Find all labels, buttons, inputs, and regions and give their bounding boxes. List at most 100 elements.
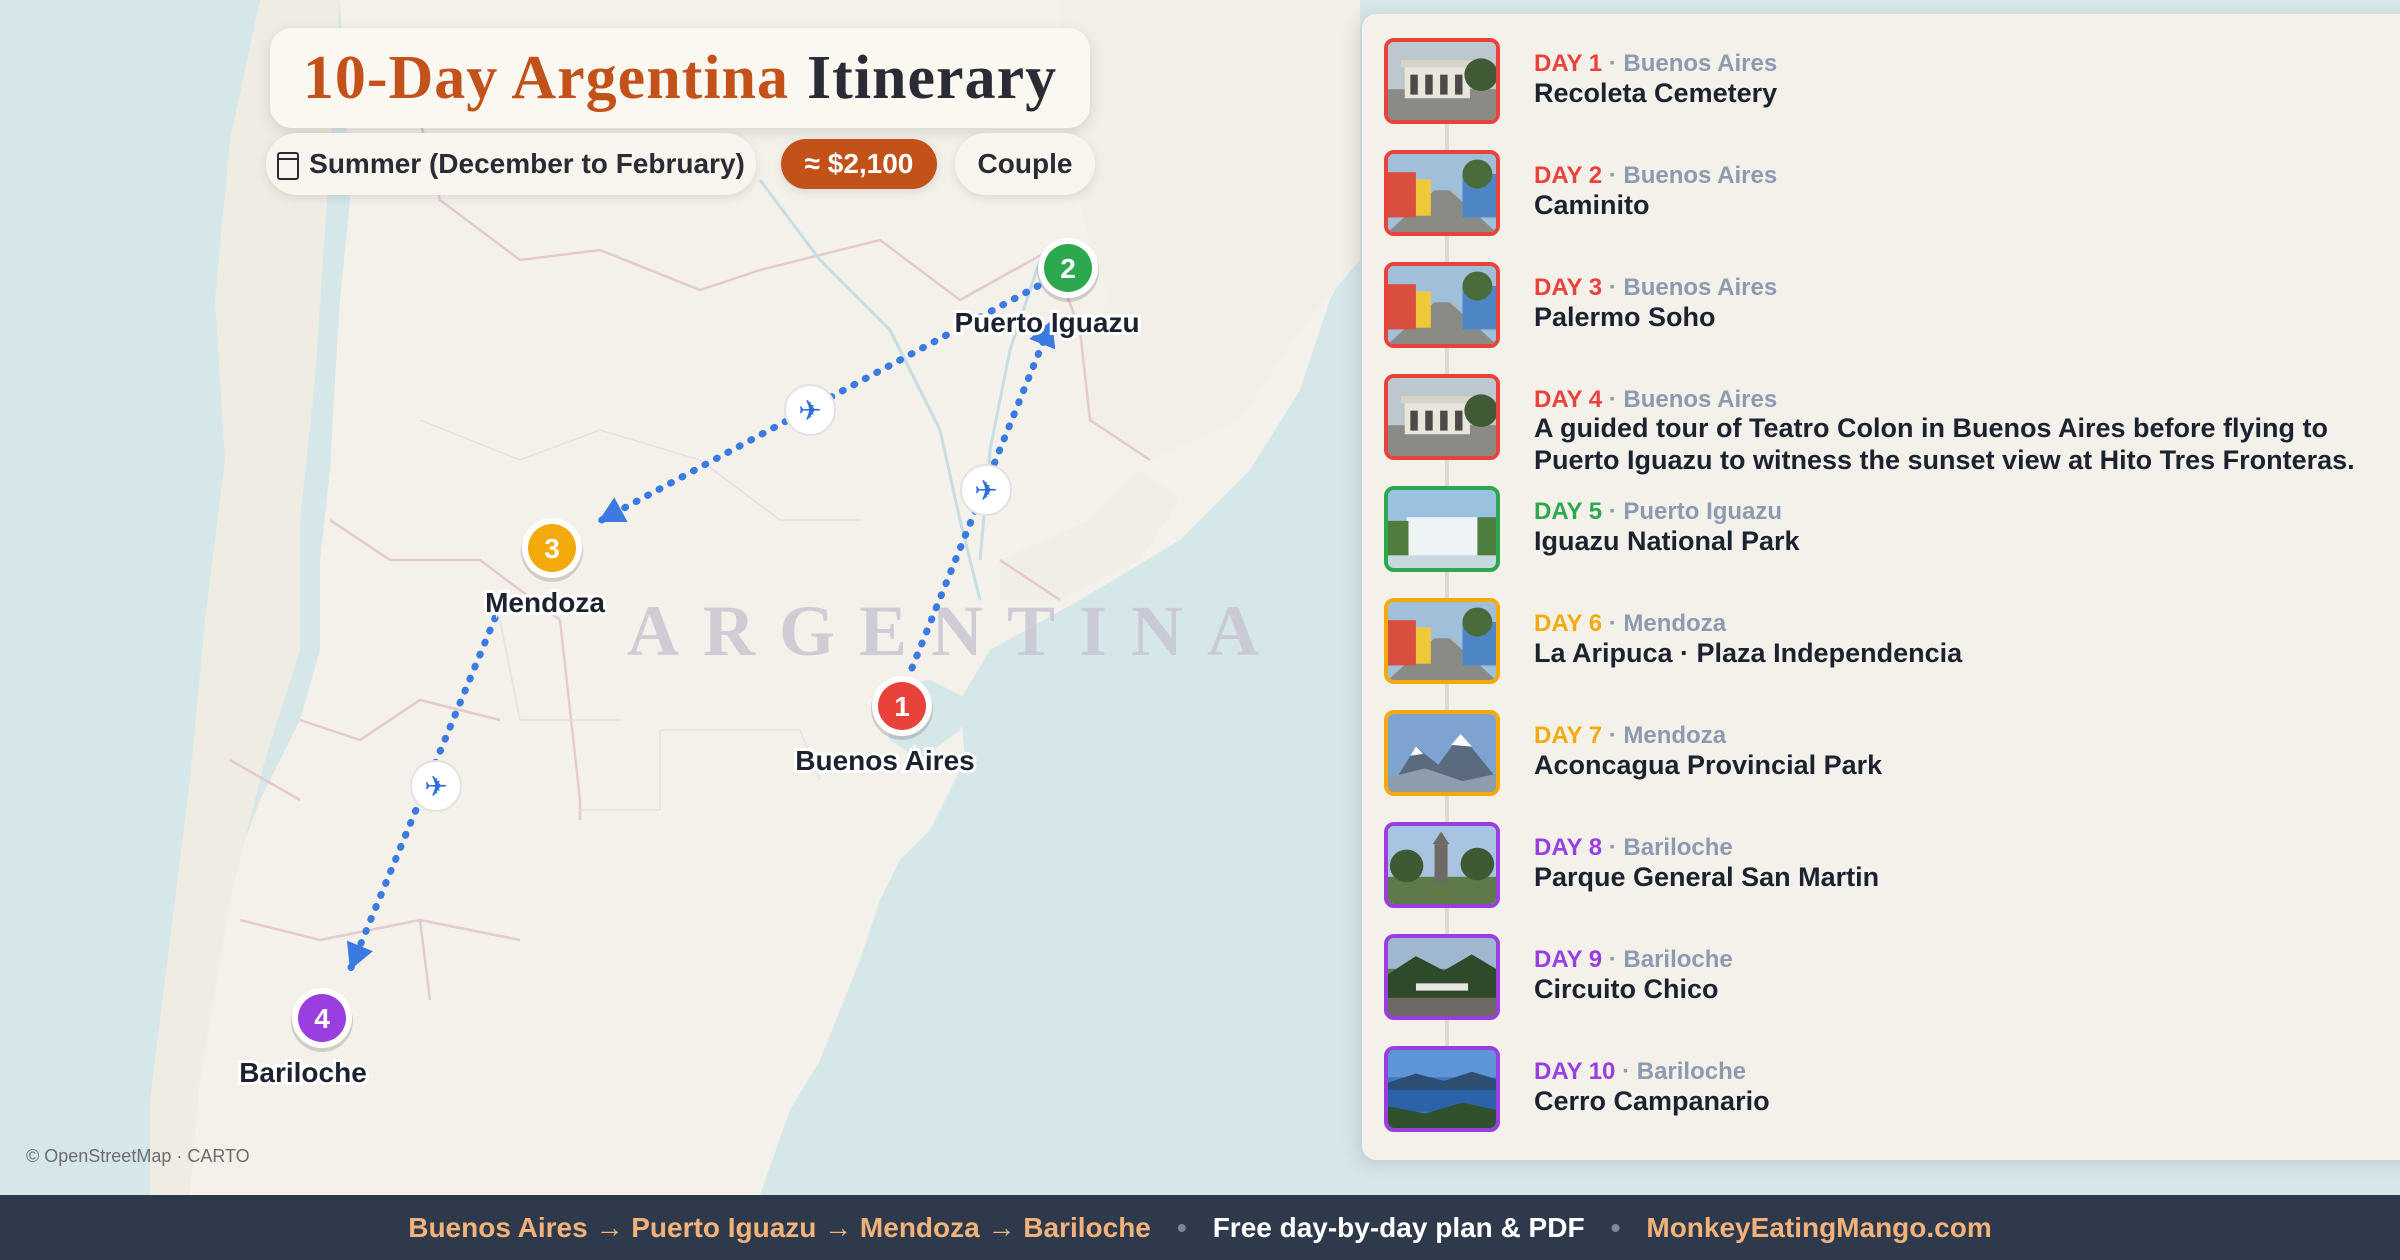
day-separator: · (1602, 610, 1624, 637)
airplane-icon: ✈ (960, 464, 1012, 516)
day-activity: Parque General San Martin (1534, 862, 1880, 892)
itinerary-panel: DAY 1 · Buenos Aires Recoleta Cemetery DAY… (1362, 14, 2400, 1160)
itinerary-day-2[interactable]: DAY 2 · Buenos Aires Caminito (1384, 150, 2394, 242)
day-label: DAY 2 · Buenos Aires (1534, 162, 1777, 190)
day-label: DAY 6 · Mendoza (1534, 610, 1726, 638)
footer-bar: Buenos Aires → Puerto Iguazu → Mendoza →… (0, 1195, 2400, 1260)
day-label: DAY 4 · Buenos Aires (1534, 386, 1777, 414)
day-city: Bariloche (1623, 834, 1733, 861)
season-pill: Summer (December to February) (266, 133, 756, 195)
day-activity: Circuito Chico (1534, 974, 1719, 1004)
stop-marker-4[interactable]: 4 (291, 988, 353, 1052)
day-number: DAY 8 (1534, 834, 1603, 861)
stop-number: 2 (1060, 253, 1076, 284)
itinerary-day-3[interactable]: DAY 3 · Buenos Aires Palermo Soho (1384, 262, 2394, 354)
title-part-1: 10-Day Argentina (302, 43, 790, 112)
forest-photo (1384, 934, 1500, 1020)
day-label: DAY 5 · Puerto Iguazu (1534, 498, 1782, 526)
day-separator: · (1602, 498, 1624, 525)
day-number: DAY 3 (1534, 274, 1603, 301)
day-number: DAY 7 (1534, 722, 1603, 749)
country-label: ARGENTINA (627, 591, 1283, 671)
footer-separator-2: • (1610, 1211, 1621, 1243)
day-separator: · (1602, 834, 1624, 861)
lake-photo (1384, 1046, 1500, 1132)
day-activity: Recoleta Cemetery (1534, 78, 1778, 108)
stop-label: Bariloche (239, 1057, 367, 1088)
stop-number: 4 (314, 1003, 330, 1034)
day-activity: Palermo Soho (1534, 302, 1716, 332)
street-photo (1384, 150, 1500, 236)
season-text: Summer (December to February) (309, 148, 745, 179)
day-city: Mendoza (1623, 722, 1727, 749)
airplane-icon: ✈ (410, 760, 462, 812)
day-separator: · (1602, 274, 1624, 301)
title-part-2: Itinerary (807, 43, 1058, 112)
svg-text:✈: ✈ (424, 770, 447, 803)
day-city: Bariloche (1623, 946, 1733, 973)
day-city: Bariloche (1636, 1058, 1747, 1085)
day-city: Buenos Aires (1623, 162, 1778, 189)
itinerary-day-7[interactable]: DAY 7 · Mendoza Aconcagua Provincial Park (1384, 710, 2394, 802)
itinerary-day-9[interactable]: DAY 9 · Bariloche Circuito Chico (1384, 934, 2394, 1026)
stop-marker-1[interactable]: 1 (871, 676, 933, 740)
mountain-photo (1384, 710, 1500, 796)
day-city: Puerto Iguazu (1623, 498, 1783, 525)
airplane-icon: ✈ (784, 384, 836, 436)
itinerary-day-8[interactable]: DAY 8 · Bariloche Parque General San Mart… (1384, 822, 2394, 914)
footer-separator-1: • (1176, 1211, 1187, 1243)
day-label: DAY 8 · Bariloche (1534, 834, 1733, 862)
day-city: Buenos Aires (1623, 386, 1778, 413)
svg-text:✈: ✈ (974, 474, 997, 507)
day-city: Buenos Aires (1623, 50, 1778, 77)
calendar-icon (277, 152, 300, 180)
day-activity: Caminito (1534, 190, 1650, 220)
day-number: DAY 6 (1534, 610, 1603, 637)
day-activity: Cerro Campanario (1534, 1086, 1770, 1116)
stop-number: 1 (894, 691, 910, 722)
stop-marker-3[interactable]: 3 (521, 518, 583, 582)
day-number: DAY 10 (1534, 1058, 1616, 1085)
itinerary-day-6[interactable]: DAY 6 · Mendoza La Aripuca · Plaza Indepe… (1384, 598, 2394, 690)
day-activity: A guided tour of Teatro Colon in Buenos … (1534, 413, 2355, 475)
footer-route: Buenos Aires → Puerto Iguazu → Mendoza →… (408, 1211, 1151, 1243)
stop-marker-2[interactable]: 2 (1037, 238, 1099, 302)
title-card: 10-Day Argentina Itinerary (270, 28, 1090, 128)
footer-free-plan: Free day-by-day plan & PDF (1212, 1211, 1585, 1243)
street-photo (1384, 598, 1500, 684)
day-activity: La Aripuca · Plaza Independencia (1534, 638, 1963, 668)
waterfall-photo (1384, 486, 1500, 572)
day-number: DAY 5 (1534, 498, 1603, 525)
itinerary-day-10[interactable]: DAY 10 · Bariloche Cerro Campanario (1384, 1046, 2394, 1138)
cost-badge: ≈ $2,100 (781, 139, 937, 189)
itinerary-day-4[interactable]: DAY 4 · Buenos Aires A guided tour of Tea… (1384, 374, 2394, 475)
day-label: DAY 7 · Mendoza (1534, 722, 1726, 750)
day-label: DAY 1 · Buenos Aires (1534, 50, 1777, 78)
day-label: DAY 3 · Buenos Aires (1534, 274, 1777, 302)
street-photo (1384, 262, 1500, 348)
day-city: Buenos Aires (1623, 274, 1778, 301)
stop-number: 3 (544, 533, 560, 564)
itinerary-day-5[interactable]: DAY 5 · Puerto Iguazu Iguazu National Par… (1384, 486, 2394, 578)
itinerary-day-1[interactable]: DAY 1 · Buenos Aires Recoleta Cemetery (1384, 38, 2394, 130)
day-number: DAY 1 (1534, 50, 1603, 77)
day-separator: · (1602, 722, 1624, 749)
stop-label: Puerto Iguazu (954, 307, 1139, 338)
stop-label: Buenos Aires (795, 745, 974, 776)
stop-label: Mendoza (485, 587, 605, 618)
day-activity: Iguazu National Park (1534, 526, 1800, 556)
building-photo (1384, 374, 1500, 460)
park-photo (1384, 822, 1500, 908)
day-number: DAY 4 (1534, 386, 1603, 413)
day-activity: Aconcagua Provincial Park (1534, 750, 1883, 780)
svg-text:✈: ✈ (798, 394, 821, 427)
day-label: DAY 9 · Bariloche (1534, 946, 1733, 974)
day-separator: · (1602, 162, 1624, 189)
map-attribution[interactable]: © OpenStreetMap · CARTO (26, 1146, 250, 1167)
day-label: DAY 10 · Bariloche (1534, 1058, 1746, 1086)
travelers-pill: Couple (955, 133, 1095, 195)
building-photo (1384, 38, 1500, 124)
footer-site-link[interactable]: MonkeyEatingMango.com (1646, 1212, 1991, 1244)
day-separator: · (1602, 386, 1624, 413)
day-separator: · (1602, 946, 1624, 973)
